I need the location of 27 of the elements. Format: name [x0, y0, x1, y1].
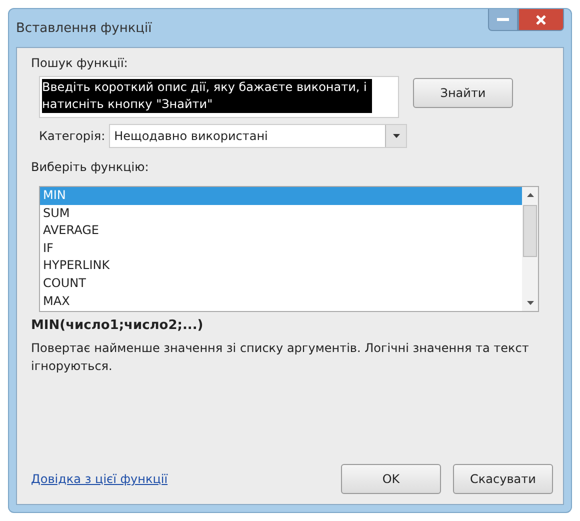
scroll-bar[interactable] — [522, 187, 538, 311]
find-button[interactable]: Знайти — [413, 78, 513, 108]
function-list-item[interactable]: MAX — [40, 292, 522, 310]
search-text: Введіть короткий опис дії, яку бажаєте виконати, і натисніть кнопку "Знайти" — [42, 79, 372, 113]
category-label: Категорія: — [39, 129, 106, 143]
close-button[interactable] — [518, 9, 564, 31]
function-list-item[interactable]: HYPERLINK — [40, 257, 522, 275]
function-list-item[interactable]: AVERAGE — [40, 222, 522, 240]
function-list-item[interactable]: SUM — [40, 204, 522, 222]
search-field[interactable]: Введіть короткий опис дії, яку бажаєте виконати, і натисніть кнопку "Знайти" — [39, 76, 399, 118]
minimize-icon — [497, 18, 509, 22]
scroll-down-icon — [526, 301, 534, 305]
dropdown-arrow-icon — [392, 134, 400, 138]
ok-button[interactable]: OK — [341, 464, 441, 494]
function-list-label: Виберіть функцію: — [31, 160, 150, 174]
function-description: Повертає найменше значення зі списку аргументів. Логічні значення та текст ігноруються. — [31, 340, 530, 375]
function-list-item[interactable]: COUNT — [40, 274, 522, 293]
close-icon — [535, 14, 547, 26]
minimize-button[interactable] — [488, 9, 518, 31]
window-title: Вставлення функції — [16, 21, 152, 36]
scroll-up-icon — [526, 193, 534, 197]
cancel-button[interactable]: Скасувати — [453, 464, 553, 494]
function-list-item[interactable]: IF — [40, 240, 522, 258]
help-link[interactable]: Довідка з цієї функції — [31, 472, 168, 486]
search-label: Пошук функції: — [31, 56, 129, 70]
function-signature: MIN(число1;число2;...) — [31, 318, 204, 333]
category-dropdown[interactable]: Нещодавно використані — [109, 124, 408, 148]
